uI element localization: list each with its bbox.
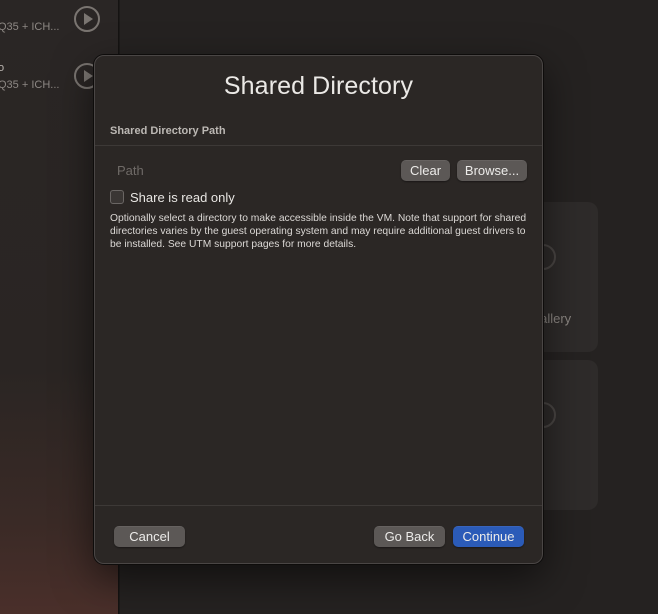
dialog-title: Shared Directory xyxy=(223,72,414,100)
read-only-checkbox[interactable] xyxy=(110,190,124,204)
go-back-button[interactable]: Go Back xyxy=(374,526,445,547)
divider xyxy=(95,145,542,146)
read-only-option[interactable]: Share is read only xyxy=(110,188,235,206)
vm-name: o xyxy=(0,62,5,74)
help-description: Optionally select a directory to make ac… xyxy=(110,213,527,250)
vm-subtitle: Q35 + ICH... xyxy=(0,21,60,33)
path-input[interactable] xyxy=(110,159,380,181)
section-label-path: Shared Directory Path xyxy=(110,125,226,137)
vm-list-item[interactable]: Q35 + ICH... xyxy=(0,6,119,46)
clear-button[interactable]: Clear xyxy=(401,160,450,181)
footer-divider xyxy=(95,505,542,506)
browse-button[interactable]: Browse... xyxy=(457,160,527,181)
cancel-button[interactable]: Cancel xyxy=(114,526,185,547)
read-only-label[interactable]: Share is read only xyxy=(130,190,235,205)
play-icon[interactable] xyxy=(74,6,100,32)
continue-button[interactable]: Continue xyxy=(453,526,524,547)
vm-subtitle: Q35 + ICH... xyxy=(0,79,60,91)
shared-directory-dialog: Shared Directory Shared Directory Path C… xyxy=(94,55,543,564)
